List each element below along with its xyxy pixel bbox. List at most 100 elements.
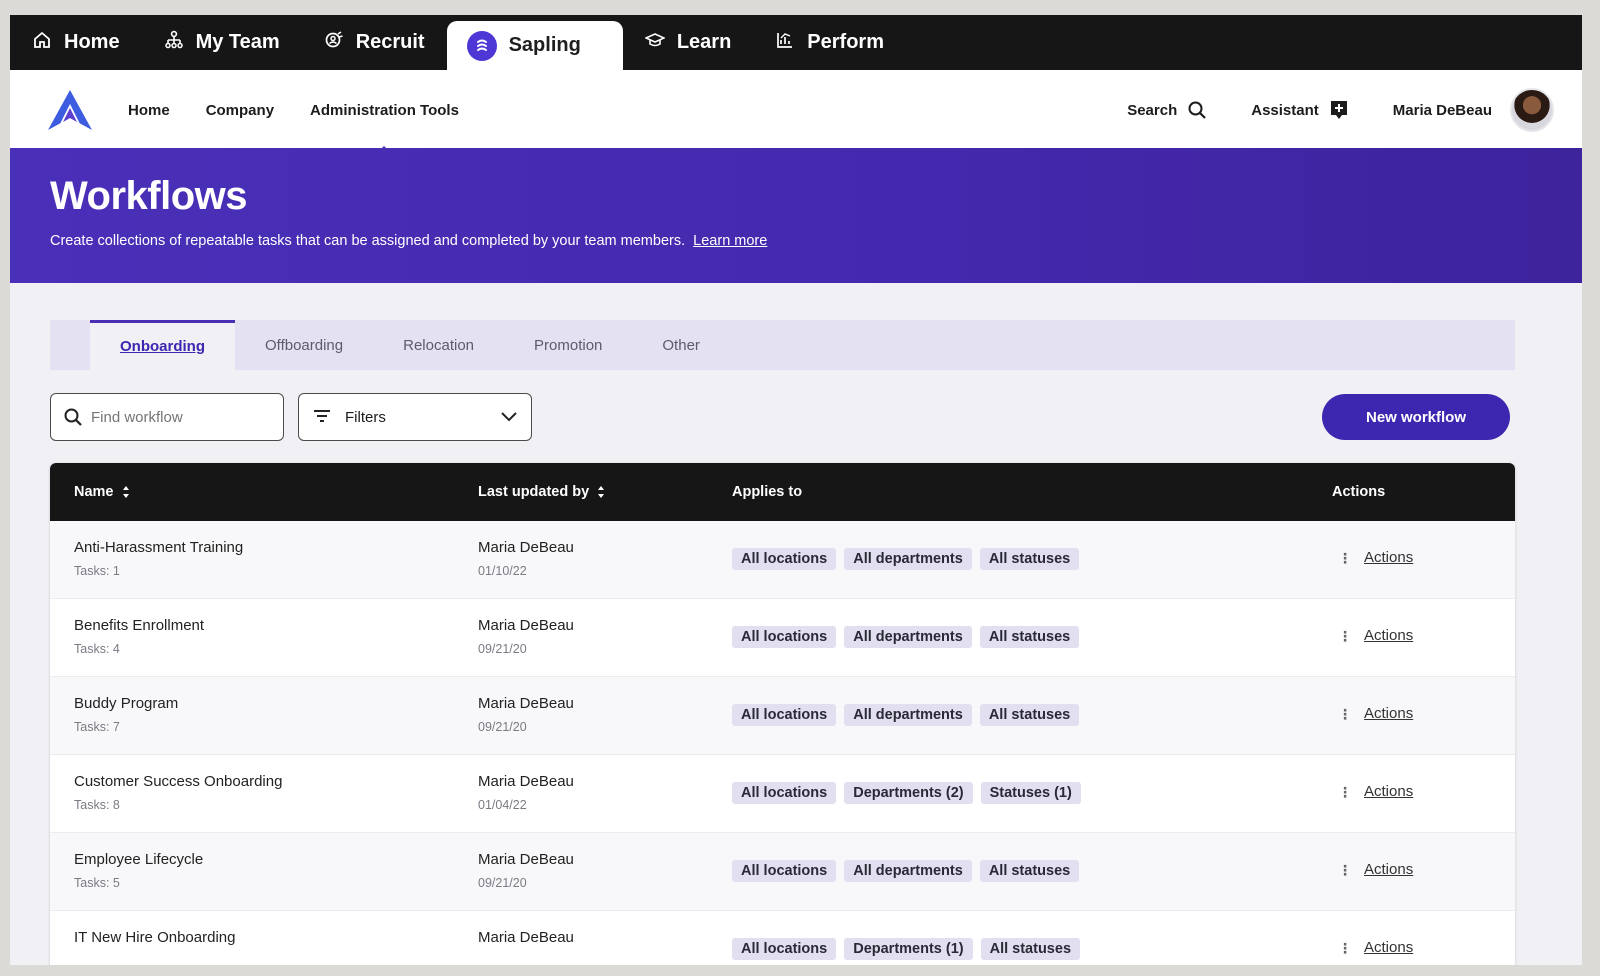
search-button[interactable]: Search bbox=[1127, 100, 1207, 120]
department-chip: All departments bbox=[844, 860, 972, 882]
avatar[interactable] bbox=[1510, 88, 1554, 132]
status-chip: All statuses bbox=[979, 704, 1080, 726]
row-actions-menu[interactable]: ⋮ Actions bbox=[1338, 549, 1413, 566]
task-count: Tasks: 1 bbox=[74, 564, 120, 578]
product-tab-label: My Team bbox=[195, 31, 280, 53]
location-chip: All locations bbox=[732, 860, 837, 882]
kebab-icon: ⋮ bbox=[1338, 627, 1352, 644]
actions-link[interactable]: Actions bbox=[1364, 627, 1413, 644]
status-chip: All statuses bbox=[979, 626, 1080, 648]
user-menu[interactable]: Maria DeBeau bbox=[1393, 102, 1492, 119]
product-tab-my-team[interactable]: My Team bbox=[142, 15, 302, 70]
kebab-icon: ⋮ bbox=[1338, 705, 1352, 722]
column-label: Last updated by bbox=[478, 484, 590, 500]
row-actions-menu[interactable]: ⋮ Actions bbox=[1338, 783, 1413, 800]
column-name-header[interactable]: Name bbox=[74, 484, 130, 500]
row-actions-menu[interactable]: ⋮ Actions bbox=[1338, 939, 1413, 956]
table-body: Anti-Harassment Training Tasks: 1 Maria … bbox=[50, 521, 1515, 965]
find-workflow-field[interactable] bbox=[50, 393, 284, 441]
table-row[interactable]: Benefits Enrollment Tasks: 4 Maria DeBea… bbox=[50, 599, 1515, 677]
actions-link[interactable]: Actions bbox=[1364, 939, 1413, 956]
workflow-name[interactable]: Benefits Enrollment bbox=[74, 617, 204, 634]
updated-date: 01/10/22 bbox=[478, 564, 527, 578]
column-actions-header: Actions bbox=[1332, 484, 1385, 500]
find-workflow-input[interactable] bbox=[91, 408, 261, 426]
status-chip: All statuses bbox=[979, 548, 1080, 570]
search-label: Search bbox=[1127, 101, 1178, 119]
product-tab-home[interactable]: Home bbox=[10, 15, 142, 70]
task-count: Tasks: 7 bbox=[74, 720, 120, 734]
workflow-name[interactable]: Buddy Program bbox=[74, 695, 178, 712]
table-row[interactable]: Employee Lifecycle Tasks: 5 Maria DeBeau… bbox=[50, 833, 1515, 911]
product-tab-label: Home bbox=[64, 31, 120, 53]
subnav-company-link[interactable]: Company bbox=[206, 102, 274, 119]
updated-cell: Maria DeBeau 01/10/22 bbox=[478, 539, 574, 578]
sort-icon bbox=[598, 486, 605, 498]
task-count: Tasks: 4 bbox=[74, 642, 120, 656]
tab-other[interactable]: Other bbox=[632, 320, 730, 370]
product-tab-recruit[interactable]: Recruit bbox=[302, 15, 447, 70]
subnav-home-link[interactable]: Home bbox=[128, 102, 170, 119]
chevron-down-icon bbox=[501, 412, 517, 422]
table-row[interactable]: Buddy Program Tasks: 7 Maria DeBeau 09/2… bbox=[50, 677, 1515, 755]
description-text: Create collections of repeatable tasks t… bbox=[50, 233, 686, 249]
applies-to-chips: All locations Departments (2) Statuses (… bbox=[732, 782, 1081, 804]
product-tab-learn[interactable]: Learn bbox=[623, 15, 753, 70]
row-actions-menu[interactable]: ⋮ Actions bbox=[1338, 627, 1413, 644]
applies-to-chips: All locations Departments (1) All status… bbox=[732, 938, 1081, 960]
applies-to-chips: All locations All departments All status… bbox=[732, 704, 1080, 726]
department-chip: Departments (1) bbox=[844, 938, 973, 960]
updated-by: Maria DeBeau bbox=[478, 773, 574, 790]
learn-more-link[interactable]: Learn more bbox=[693, 233, 767, 249]
workflow-name[interactable]: IT New Hire Onboarding bbox=[74, 929, 235, 946]
location-chip: All locations bbox=[732, 548, 837, 570]
app-window: Home My Team Recruit Sapling Learn Perfo… bbox=[10, 15, 1582, 965]
column-updated-header[interactable]: Last updated by bbox=[478, 484, 605, 500]
tab-relocation[interactable]: Relocation bbox=[373, 320, 504, 370]
actions-link[interactable]: Actions bbox=[1364, 549, 1413, 566]
product-tab-perform[interactable]: Perform bbox=[753, 15, 906, 70]
row-actions-menu[interactable]: ⋮ Actions bbox=[1338, 705, 1413, 722]
table-row[interactable]: Customer Success Onboarding Tasks: 8 Mar… bbox=[50, 755, 1515, 833]
product-tab-sapling[interactable]: Sapling bbox=[446, 21, 623, 70]
sort-icon bbox=[122, 486, 129, 498]
actions-link[interactable]: Actions bbox=[1364, 861, 1413, 878]
row-actions-menu[interactable]: ⋮ Actions bbox=[1338, 861, 1413, 878]
tab-onboarding[interactable]: Onboarding bbox=[90, 320, 235, 370]
secondary-nav: Home Company Administration Tools Search… bbox=[10, 70, 1582, 150]
location-chip: All locations bbox=[732, 938, 837, 960]
status-chip: All statuses bbox=[979, 860, 1080, 882]
brand-logo-icon[interactable] bbox=[46, 88, 94, 132]
workflow-name[interactable]: Customer Success Onboarding bbox=[74, 773, 282, 790]
kebab-icon: ⋮ bbox=[1338, 939, 1352, 956]
workflow-name[interactable]: Anti-Harassment Training bbox=[74, 539, 243, 556]
workflow-name-cell: Benefits Enrollment Tasks: 4 bbox=[74, 617, 204, 656]
updated-date: 09/21/20 bbox=[478, 720, 527, 734]
column-label: Name bbox=[74, 484, 114, 500]
updated-by: Maria DeBeau bbox=[478, 617, 574, 634]
column-label: Applies to bbox=[732, 484, 803, 500]
kebab-icon: ⋮ bbox=[1338, 861, 1352, 878]
table-row[interactable]: IT New Hire Onboarding Maria DeBeau All … bbox=[50, 911, 1515, 965]
product-tab-label: Sapling bbox=[508, 34, 581, 56]
new-workflow-button[interactable]: New workflow bbox=[1322, 394, 1510, 440]
assistant-icon bbox=[1330, 101, 1347, 119]
workflow-name[interactable]: Employee Lifecycle bbox=[74, 851, 203, 868]
page-description: Create collections of repeatable tasks t… bbox=[50, 233, 767, 249]
tab-promotion[interactable]: Promotion bbox=[504, 320, 632, 370]
kebab-icon: ⋮ bbox=[1338, 783, 1352, 800]
table-row[interactable]: Anti-Harassment Training Tasks: 1 Maria … bbox=[50, 521, 1515, 599]
workflow-name-cell: Customer Success Onboarding Tasks: 8 bbox=[74, 773, 282, 812]
tab-offboarding[interactable]: Offboarding bbox=[235, 320, 373, 370]
search-icon bbox=[64, 408, 82, 426]
assistant-label: Assistant bbox=[1251, 101, 1319, 119]
assistant-button[interactable]: Assistant bbox=[1251, 99, 1349, 121]
actions-link[interactable]: Actions bbox=[1364, 783, 1413, 800]
workflow-tabs: Onboarding Offboarding Relocation Promot… bbox=[50, 320, 1515, 370]
actions-link[interactable]: Actions bbox=[1364, 705, 1413, 722]
filters-dropdown[interactable]: Filters bbox=[298, 393, 532, 441]
product-tab-label: Recruit bbox=[355, 31, 425, 53]
location-chip: All locations bbox=[732, 782, 837, 804]
search-icon bbox=[1188, 101, 1207, 119]
subnav-admin-tools-link[interactable]: Administration Tools bbox=[310, 102, 459, 119]
